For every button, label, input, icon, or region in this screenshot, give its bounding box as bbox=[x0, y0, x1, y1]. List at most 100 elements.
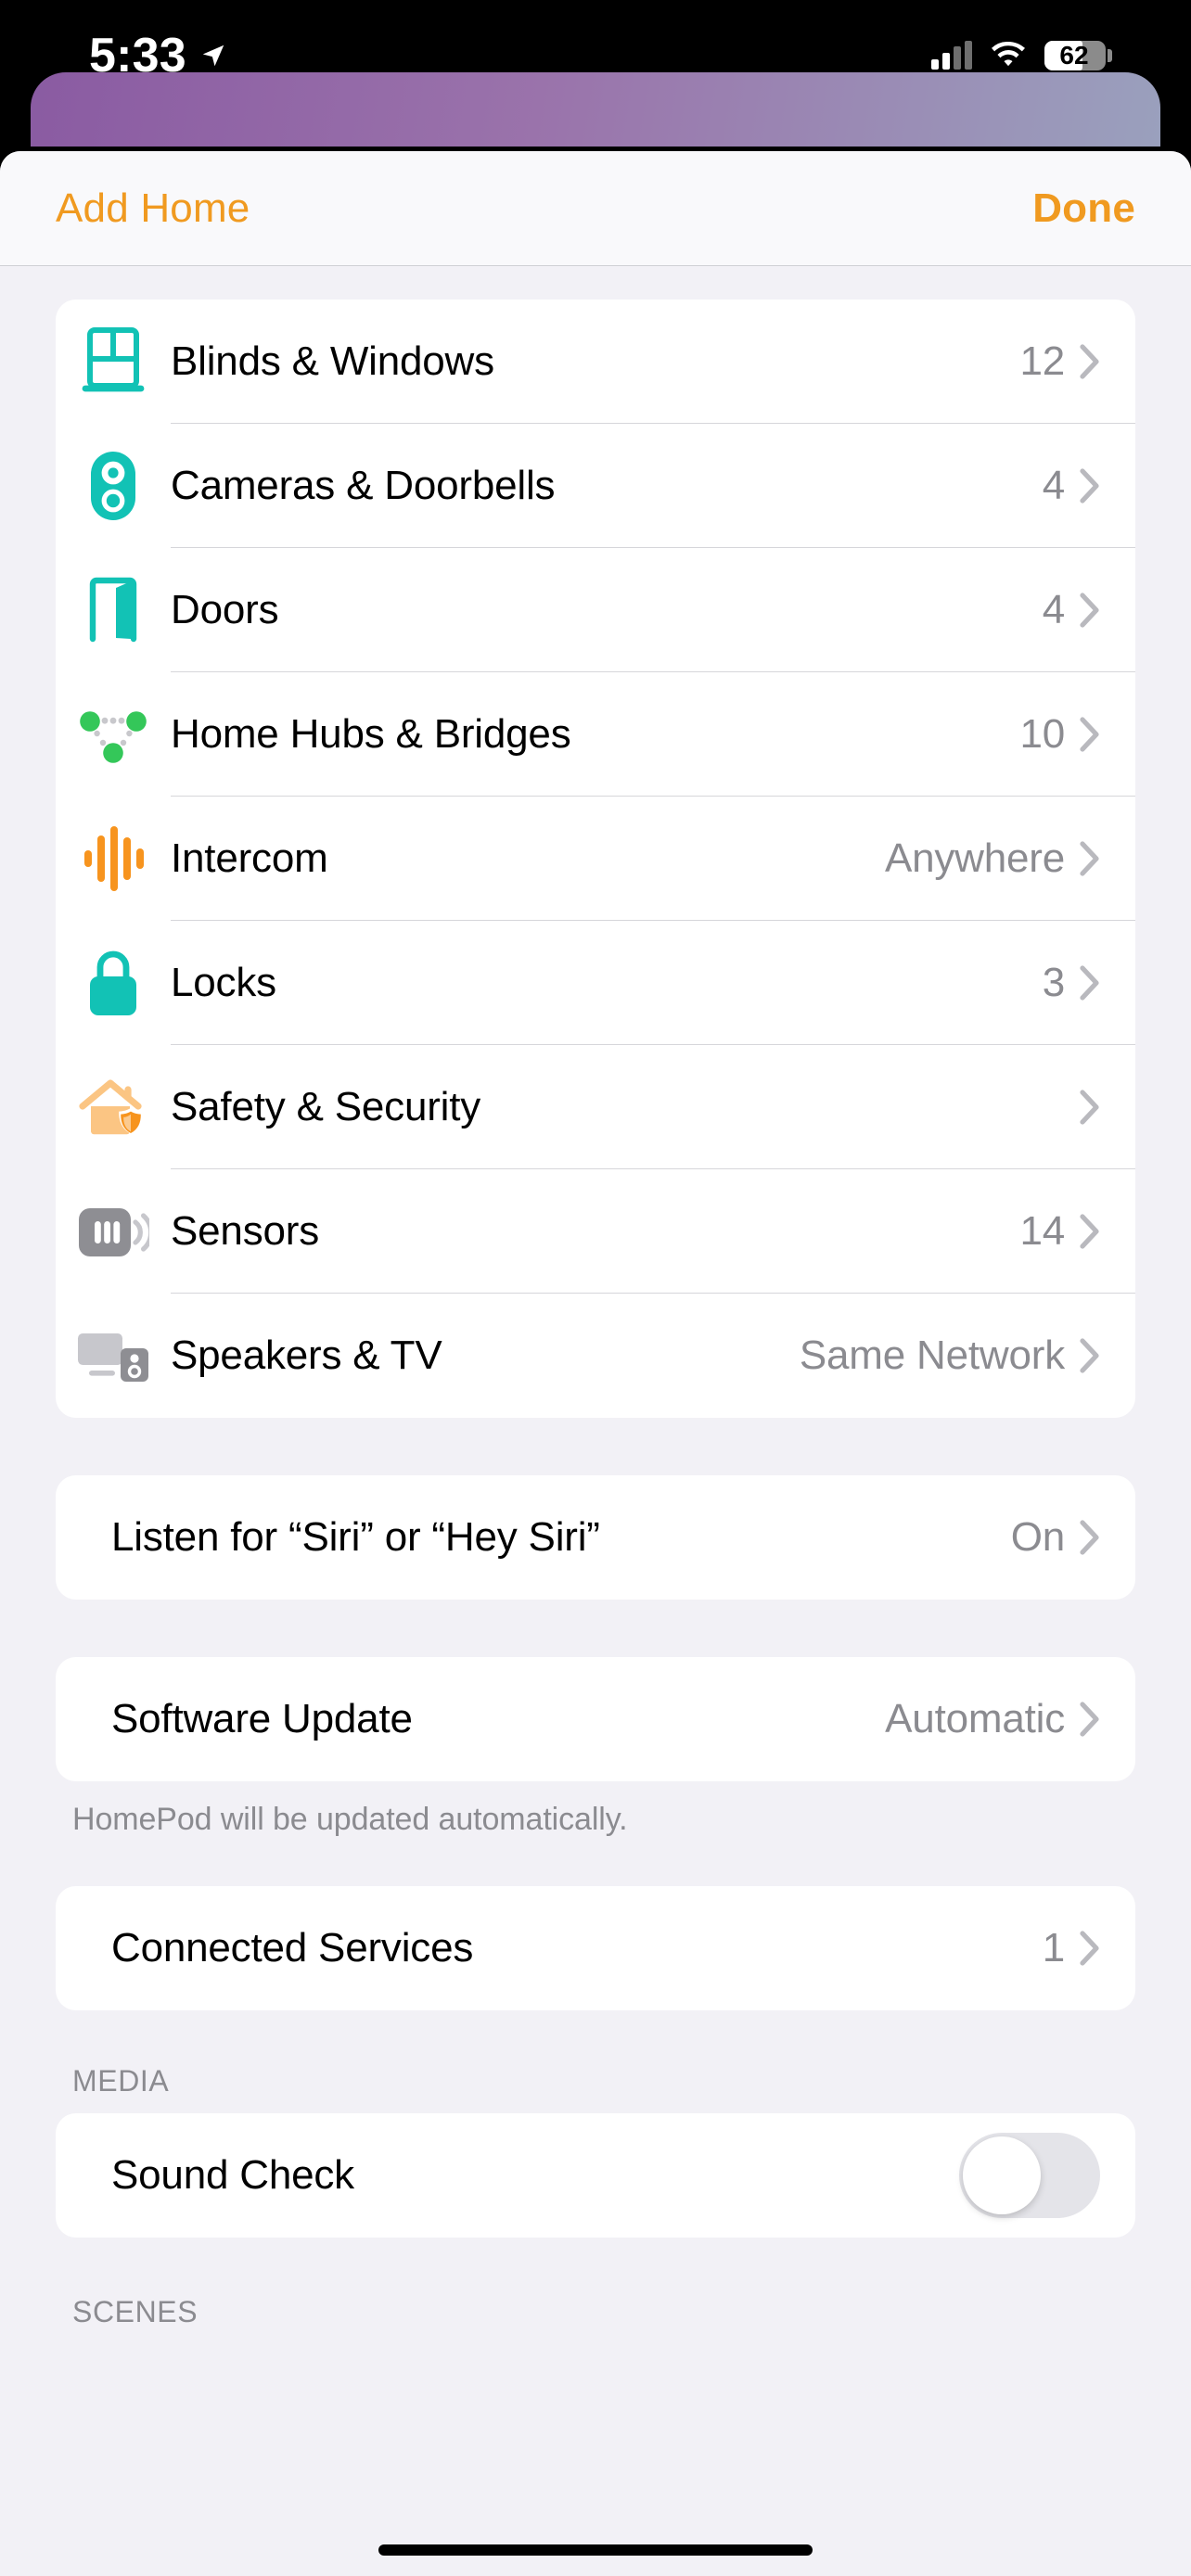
row-label: Software Update bbox=[111, 1696, 413, 1741]
house-shield-icon bbox=[56, 1045, 171, 1169]
hub-network-icon bbox=[56, 672, 171, 797]
row-accessory: Anywhere bbox=[885, 835, 1100, 882]
row-label: Intercom bbox=[171, 835, 328, 881]
row-locks[interactable]: Locks 3 bbox=[56, 921, 1135, 1045]
row-accessory: On bbox=[1011, 1514, 1100, 1561]
row-value: Automatic bbox=[885, 1696, 1065, 1741]
media-section-header: MEDIA bbox=[72, 2064, 170, 2098]
chevron-right-icon bbox=[1080, 1090, 1099, 1125]
row-accessory: 3 bbox=[1043, 960, 1100, 1006]
row-listen-for-siri[interactable]: Listen for “Siri” or “Hey Siri” On bbox=[56, 1475, 1135, 1600]
done-button[interactable]: Done bbox=[1032, 185, 1135, 232]
chevron-right-icon bbox=[1080, 1338, 1099, 1373]
row-accessory: 14 bbox=[1019, 1208, 1100, 1255]
row-content: Blinds & Windows 12 bbox=[171, 300, 1135, 424]
row-accessory: 1 bbox=[1043, 1925, 1100, 1971]
accessory-categories-group: Blinds & Windows 12 Cameras & Doorbells … bbox=[56, 300, 1135, 1418]
row-content: Software Update Automatic bbox=[111, 1657, 1104, 1781]
scenes-section-header: SCENES bbox=[72, 2295, 198, 2328]
chevron-right-icon bbox=[1080, 1931, 1099, 1966]
software-update-group: Software Update Automatic bbox=[56, 1657, 1135, 1781]
software-update-footnote: HomePod will be updated automatically. bbox=[72, 1802, 628, 1837]
settings-scroll-area[interactable]: Blinds & Windows 12 Cameras & Doorbells … bbox=[0, 300, 1191, 2381]
media-group: Sound Check bbox=[56, 2113, 1135, 2238]
row-accessory: Automatic bbox=[885, 1696, 1100, 1742]
sensor-icon bbox=[56, 1169, 171, 1294]
chevron-right-icon bbox=[1080, 468, 1099, 504]
siri-group: Listen for “Siri” or “Hey Siri” On bbox=[56, 1475, 1135, 1600]
battery-icon: 62 bbox=[1044, 41, 1112, 70]
waveform-icon bbox=[56, 797, 171, 921]
chevron-right-icon bbox=[1080, 965, 1099, 1001]
row-speakers-and-tv[interactable]: Speakers & TV Same Network bbox=[56, 1294, 1135, 1418]
row-label: Speakers & TV bbox=[171, 1333, 442, 1378]
row-content: Intercom Anywhere bbox=[171, 797, 1135, 921]
row-sound-check[interactable]: Sound Check bbox=[56, 2113, 1135, 2238]
row-label: Cameras & Doorbells bbox=[171, 463, 556, 508]
row-value: 14 bbox=[1019, 1208, 1065, 1254]
row-value: 3 bbox=[1042, 960, 1065, 1005]
row-label: Locks bbox=[171, 960, 276, 1005]
row-value: 10 bbox=[1019, 711, 1065, 757]
row-sensors[interactable]: Sensors 14 bbox=[56, 1169, 1135, 1294]
row-cameras-and-doorbells[interactable]: Cameras & Doorbells 4 bbox=[56, 424, 1135, 548]
chevron-right-icon bbox=[1080, 593, 1099, 628]
row-value: Anywhere bbox=[884, 835, 1065, 881]
row-content: Safety & Security bbox=[171, 1045, 1135, 1169]
row-label: Safety & Security bbox=[171, 1084, 481, 1129]
navigation-bar: Add Home Done bbox=[0, 151, 1191, 266]
battery-percent-label: 62 bbox=[1059, 41, 1089, 70]
row-value: 4 bbox=[1042, 587, 1065, 632]
row-label: Home Hubs & Bridges bbox=[171, 711, 571, 757]
row-value: 1 bbox=[1042, 1925, 1065, 1970]
row-content: Sensors 14 bbox=[171, 1169, 1135, 1294]
row-accessory: Same Network bbox=[800, 1333, 1100, 1379]
wifi-icon bbox=[992, 42, 1025, 67]
add-home-button[interactable]: Add Home bbox=[56, 185, 250, 232]
chevron-right-icon bbox=[1080, 717, 1099, 752]
status-bar: 5:33 62 bbox=[0, 0, 1191, 111]
status-bar-left: 5:33 bbox=[89, 32, 227, 80]
row-connected-services[interactable]: Connected Services 1 bbox=[56, 1886, 1135, 2010]
row-value: 12 bbox=[1019, 338, 1065, 384]
tv-speaker-icon bbox=[56, 1294, 171, 1418]
connected-services-group: Connected Services 1 bbox=[56, 1886, 1135, 2010]
row-content: Doors 4 bbox=[171, 548, 1135, 672]
row-content: Cameras & Doorbells 4 bbox=[171, 424, 1135, 548]
chevron-right-icon bbox=[1080, 1702, 1099, 1737]
row-accessory: 12 bbox=[1019, 338, 1100, 385]
chevron-right-icon bbox=[1080, 1520, 1099, 1555]
window-icon bbox=[56, 300, 171, 424]
row-accessory bbox=[959, 2133, 1100, 2218]
sound-check-toggle[interactable] bbox=[959, 2133, 1100, 2218]
home-indicator[interactable] bbox=[378, 2544, 813, 2556]
row-content: Locks 3 bbox=[171, 921, 1135, 1045]
status-bar-right: 62 bbox=[931, 41, 1112, 70]
settings-sheet: Add Home Done Blinds & Windows 12 Camera… bbox=[0, 151, 1191, 2576]
row-accessory: 4 bbox=[1043, 587, 1100, 633]
row-doors[interactable]: Doors 4 bbox=[56, 548, 1135, 672]
row-intercom[interactable]: Intercom Anywhere bbox=[56, 797, 1135, 921]
chevron-right-icon bbox=[1080, 841, 1099, 876]
row-accessory: 10 bbox=[1019, 711, 1100, 758]
row-software-update[interactable]: Software Update Automatic bbox=[56, 1657, 1135, 1781]
row-value: Same Network bbox=[799, 1333, 1065, 1378]
chevron-right-icon bbox=[1080, 1214, 1099, 1249]
row-content: Listen for “Siri” or “Hey Siri” On bbox=[111, 1475, 1104, 1600]
row-content: Connected Services 1 bbox=[111, 1886, 1104, 2010]
row-blinds-and-windows[interactable]: Blinds & Windows 12 bbox=[56, 300, 1135, 424]
row-label: Sound Check bbox=[111, 2152, 354, 2198]
row-safety-and-security[interactable]: Safety & Security bbox=[56, 1045, 1135, 1169]
door-icon bbox=[56, 548, 171, 672]
row-content: Sound Check bbox=[111, 2113, 1104, 2238]
row-value: On bbox=[1010, 1514, 1065, 1560]
row-content: Home Hubs & Bridges 10 bbox=[171, 672, 1135, 797]
location-arrow-icon bbox=[202, 45, 224, 67]
row-label: Listen for “Siri” or “Hey Siri” bbox=[111, 1514, 600, 1560]
row-label: Doors bbox=[171, 587, 279, 632]
chevron-right-icon bbox=[1080, 344, 1099, 379]
cellular-bars-icon bbox=[931, 41, 972, 70]
row-label: Sensors bbox=[171, 1208, 320, 1254]
row-label: Blinds & Windows bbox=[171, 338, 494, 384]
row-home-hubs-and-bridges[interactable]: Home Hubs & Bridges 10 bbox=[56, 672, 1135, 797]
